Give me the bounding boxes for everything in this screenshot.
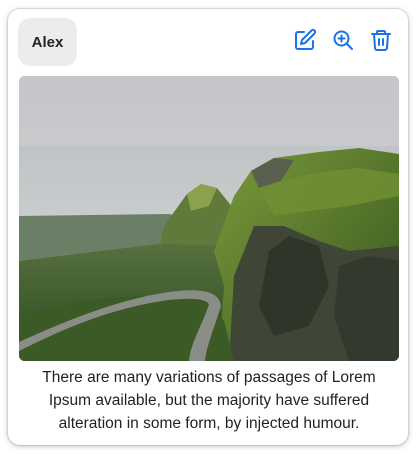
card-actions [292, 27, 394, 53]
post-image[interactable] [19, 76, 399, 361]
user-name: Alex [31, 33, 64, 51]
delete-button[interactable] [368, 27, 394, 53]
edit-button[interactable] [292, 27, 318, 53]
trash-icon [371, 30, 391, 51]
post-caption: There are many variations of passages of… [42, 369, 376, 432]
landscape-image [19, 76, 399, 361]
zoom-in-icon [333, 30, 353, 50]
user-name-chip[interactable]: Alex [18, 18, 77, 66]
edit-icon [295, 28, 317, 50]
post-card: Alex There are many variations of passag… [8, 9, 408, 445]
zoom-in-button[interactable] [330, 27, 356, 53]
